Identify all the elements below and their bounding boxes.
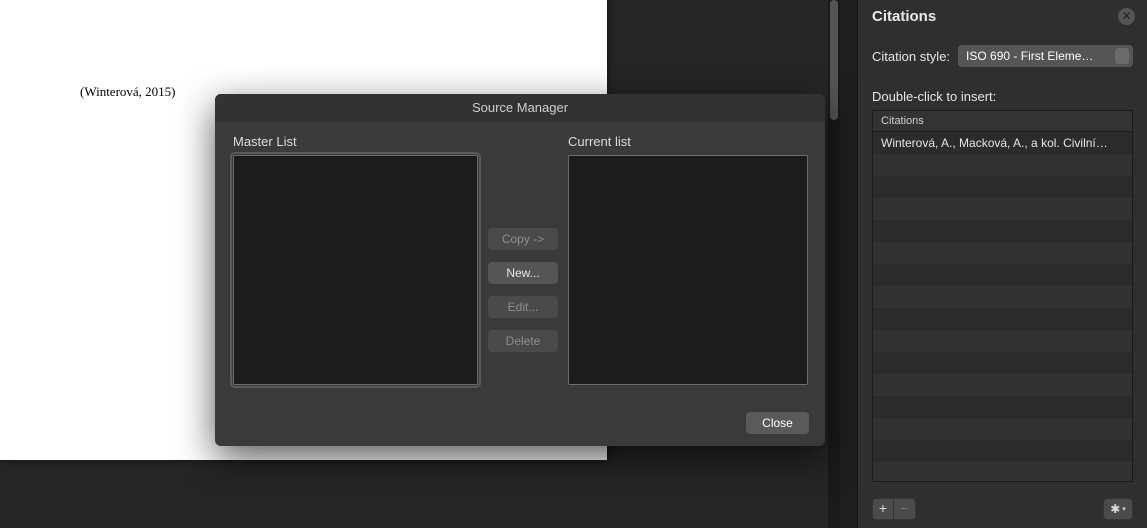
vertical-scrollbar[interactable] [828,0,840,528]
citation-row [873,220,1132,242]
citation-style-value: ISO 690 - First Eleme… [966,49,1093,63]
chevron-down-icon: ▾ [1122,505,1126,513]
citations-column-header[interactable]: Citations [873,111,1132,132]
new-button[interactable]: New... [488,262,558,284]
citation-row [873,330,1132,352]
remove-citation-button: − [894,498,916,520]
citation-row [873,440,1132,462]
citation-row [873,176,1132,198]
citation-row [873,286,1132,308]
delete-button: Delete [488,330,558,352]
citation-row [873,264,1132,286]
citation-row [873,374,1132,396]
gear-icon: ✱ [1110,502,1120,516]
close-button[interactable]: Close [746,412,809,434]
citations-table: Citations Winterová, A., Macková, A., a … [872,110,1133,482]
master-list[interactable] [233,155,478,385]
citation-row[interactable]: Winterová, A., Macková, A., a kol. Civil… [873,132,1132,154]
dialog-title: Source Manager [215,94,825,122]
copy-button: Copy -> [488,228,558,250]
citation-style-label: Citation style: [872,49,950,64]
citation-row [873,352,1132,374]
citation-row [873,242,1132,264]
citation-row [873,308,1132,330]
citation-style-select[interactable]: ISO 690 - First Eleme… ▴▾ [958,45,1133,67]
source-manager-dialog: Source Manager Master List Copy -> New..… [215,94,825,446]
gear-menu-button[interactable]: ✱ ▾ [1103,498,1133,520]
citation-row [873,396,1132,418]
chevron-updown-icon: ▴▾ [1122,49,1126,63]
citation-row [873,154,1132,176]
panel-title: Citations [872,8,936,25]
citations-panel: Citations ✕ Citation style: ISO 690 - Fi… [857,0,1147,528]
scrollbar-thumb[interactable] [830,0,838,120]
current-list-label: Current list [568,134,808,149]
edit-button: Edit... [488,296,558,318]
citation-field[interactable]: (Winterová, 2015) [80,84,176,100]
citation-row [873,198,1132,220]
citation-row [873,462,1132,481]
insert-hint-label: Double-click to insert: [858,71,1147,110]
master-list-label: Master List [233,134,478,149]
close-panel-icon[interactable]: ✕ [1118,8,1135,25]
add-citation-button[interactable]: + [872,498,894,520]
current-list[interactable] [568,155,808,385]
citation-row [873,418,1132,440]
